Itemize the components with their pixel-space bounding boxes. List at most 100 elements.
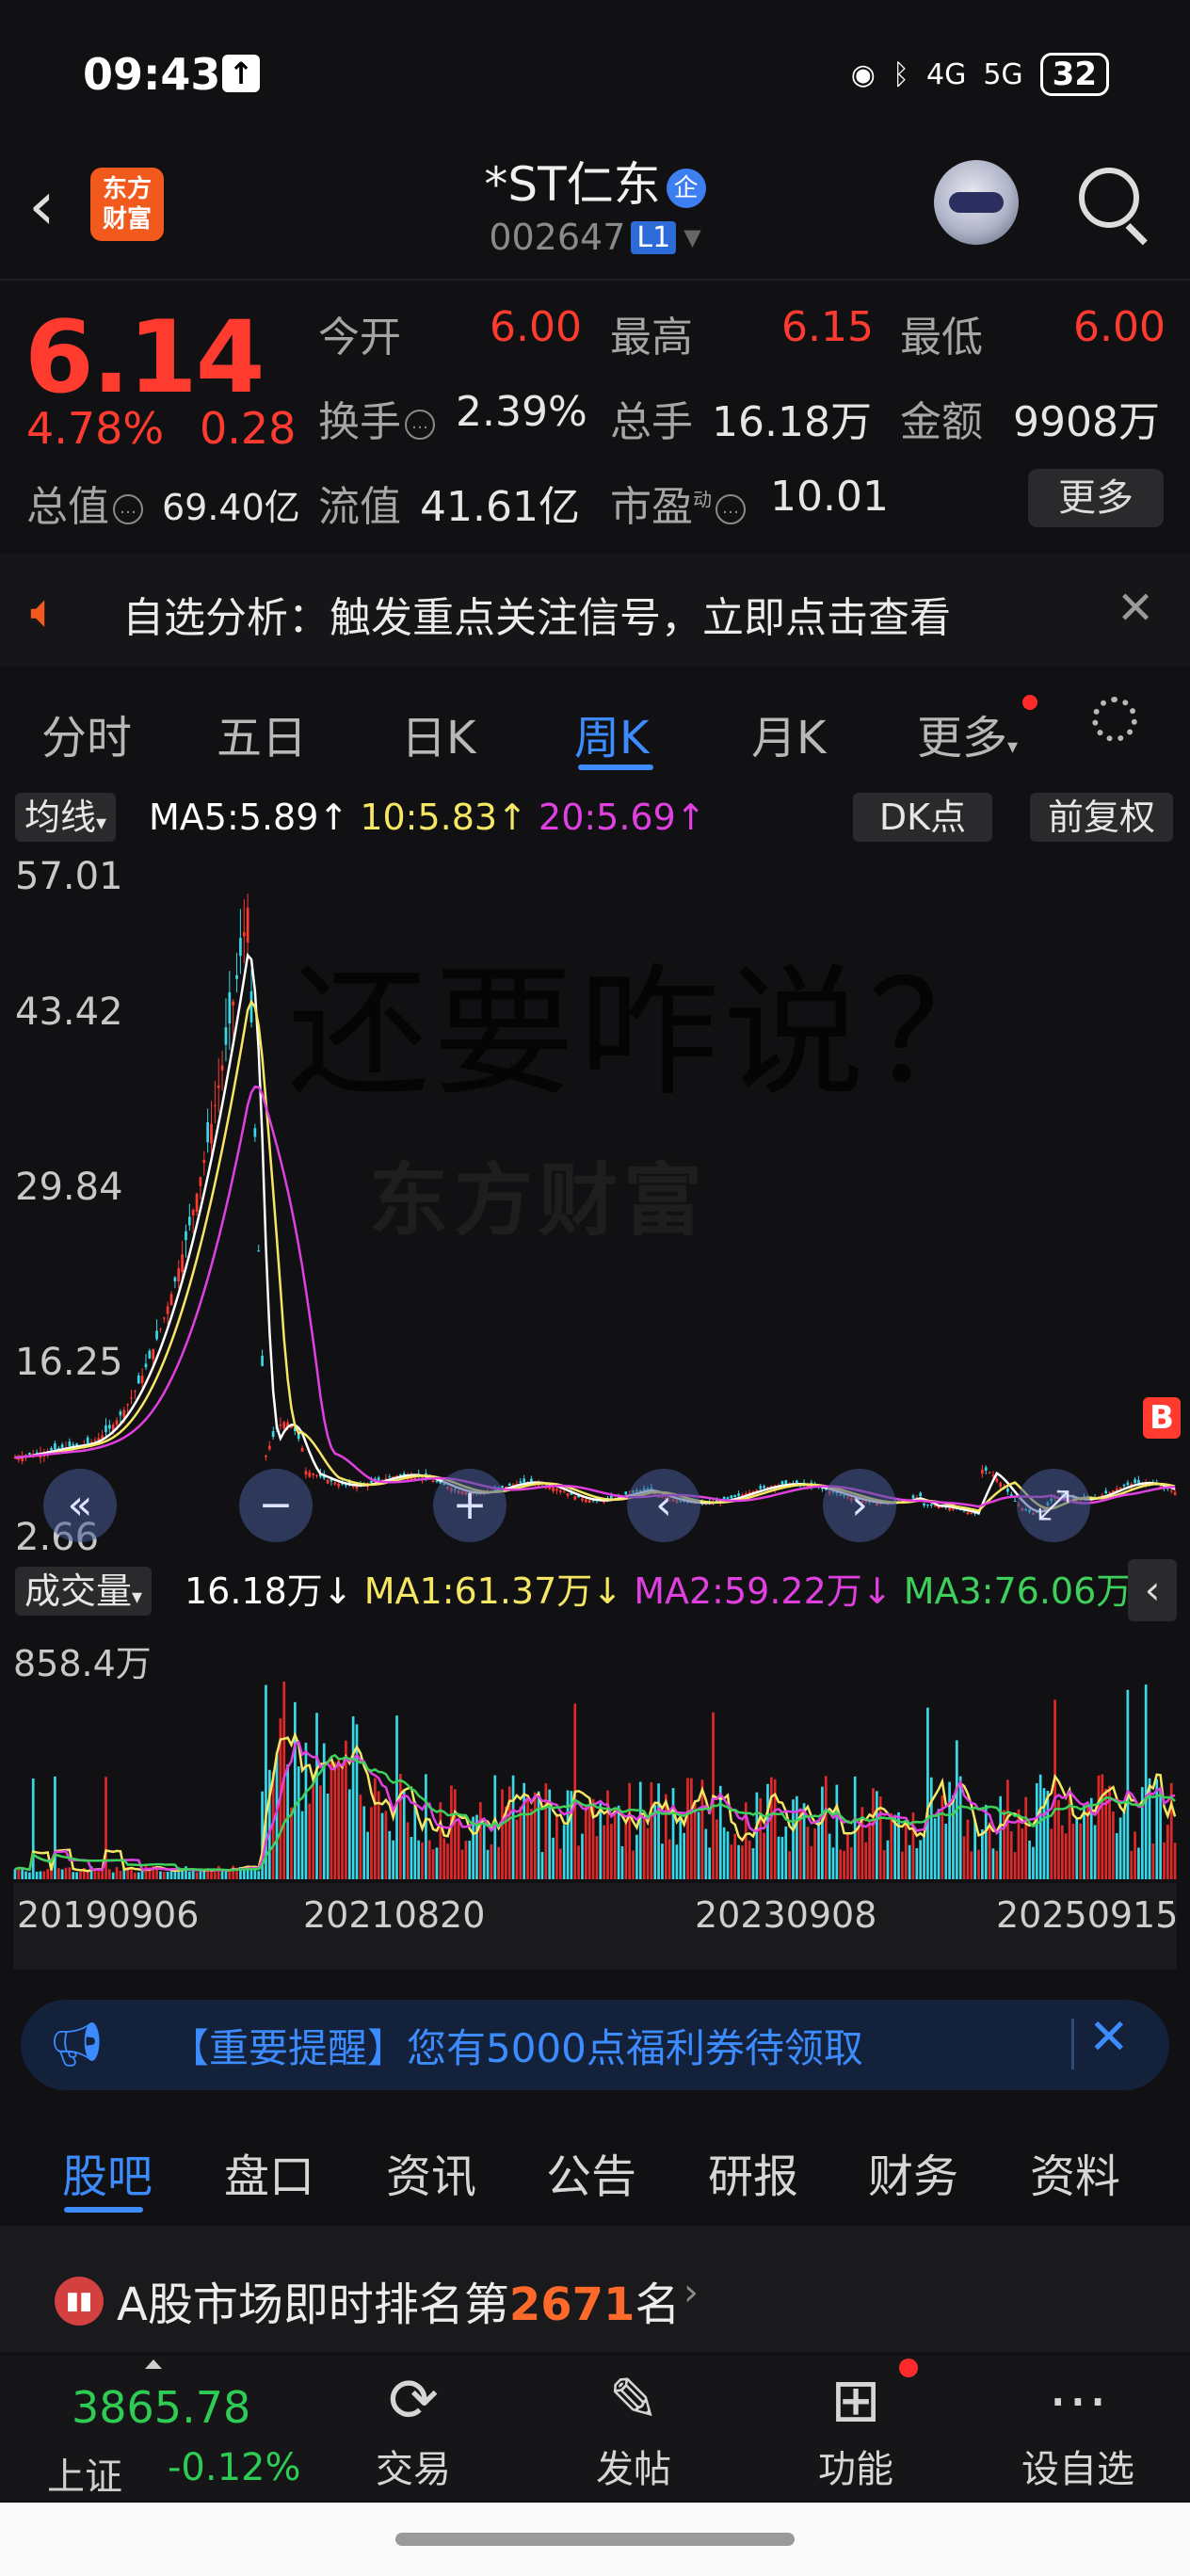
volume-bar xyxy=(948,1781,951,1879)
tab-daily-k[interactable]: 日K xyxy=(401,700,475,766)
gear-icon[interactable] xyxy=(1092,697,1137,742)
chart-watermark: 东方财富 xyxy=(369,1154,709,1247)
nav-add-watchlist[interactable]: ⋯ 设自选 xyxy=(1007,2363,1149,2493)
volume-bar xyxy=(351,1715,355,1879)
scroll-left-icon[interactable]: ‹ xyxy=(627,1469,700,1542)
volume-bar xyxy=(490,1843,493,1879)
volume-bar xyxy=(755,1792,759,1879)
chevron-down-icon: ▾ xyxy=(132,1586,143,1609)
forward-adjust-button[interactable]: 前复权 xyxy=(1030,793,1173,842)
candle-body xyxy=(144,1363,148,1368)
nav-post[interactable]: ✎ 发帖 xyxy=(563,2363,704,2493)
market-cap-label[interactable]: 总值… xyxy=(26,473,147,533)
date-axis-label: 20190906 xyxy=(17,1894,200,1936)
volume-bar xyxy=(828,1833,831,1879)
volume-bar xyxy=(35,1872,39,1879)
candle-body xyxy=(140,1376,144,1383)
volume-bar xyxy=(958,1776,962,1879)
fullscreen-icon[interactable]: ⤢ xyxy=(1017,1469,1090,1542)
candle-body xyxy=(402,1473,406,1475)
volume-chart[interactable] xyxy=(13,1625,1177,1879)
volume-bar xyxy=(501,1789,504,1879)
candle-body xyxy=(232,1001,235,1006)
candle-body xyxy=(326,1479,330,1484)
volume-bar xyxy=(635,1834,638,1879)
turnover-label[interactable]: 换手… xyxy=(318,388,439,448)
volume-bar xyxy=(330,1757,333,1879)
more-quote-button[interactable]: 更多 xyxy=(1028,469,1164,527)
index-name[interactable]: 上证 xyxy=(47,2446,122,2501)
tab-announcements[interactable]: 公告 xyxy=(546,2139,636,2205)
tab-weekly-k[interactable]: 周K xyxy=(574,700,649,766)
tab-research[interactable]: 研报 xyxy=(708,2139,798,2205)
rank-text[interactable]: A股市场即时排名第2671名 xyxy=(117,2267,680,2333)
volume-bar xyxy=(1126,1689,1130,1879)
index-change[interactable]: -0.12% xyxy=(168,2446,301,2489)
volume-bar xyxy=(1166,1825,1169,1879)
volume-bar xyxy=(788,1851,791,1879)
volume-bar xyxy=(733,1833,737,1879)
volume-bar xyxy=(944,1823,948,1879)
home-indicator[interactable] xyxy=(395,2533,795,2546)
volume-bar xyxy=(395,1715,398,1879)
nav-trade[interactable]: ⟳ 交易 xyxy=(343,2363,484,2493)
tab-financials[interactable]: 财务 xyxy=(868,2139,958,2205)
tab-intraday[interactable]: 分时 xyxy=(41,700,132,766)
reminder-text[interactable]: 【重要提醒】您有5000点福利券待领取 xyxy=(169,2017,863,2074)
tab-profile[interactable]: 资料 xyxy=(1030,2139,1120,2205)
volume-bar xyxy=(97,1871,101,1879)
volume-bar xyxy=(671,1788,675,1879)
scroll-right-icon[interactable]: › xyxy=(823,1469,896,1542)
candle-body xyxy=(981,1469,984,1474)
candle-body xyxy=(239,938,242,957)
nav-functions[interactable]: ⊞ 功能 xyxy=(785,2363,926,2493)
volume-bar xyxy=(359,1795,362,1879)
vol-ma2-value: MA2:59.22万↓ xyxy=(634,1570,892,1612)
tab-order-book[interactable]: 盘口 xyxy=(224,2139,314,2205)
zoom-out-icon[interactable]: − xyxy=(239,1469,313,1542)
volume-bar xyxy=(632,1850,635,1879)
volume-selector[interactable]: 成交量▾ xyxy=(15,1567,153,1616)
close-icon[interactable]: ✕ xyxy=(1117,582,1154,635)
stock-name: *ST仁东 xyxy=(484,157,661,212)
price-axis-label: 16.25 xyxy=(15,1341,123,1384)
volume-bar xyxy=(835,1784,839,1879)
volume-bar xyxy=(319,1785,322,1879)
search-icon[interactable] xyxy=(1079,168,1139,228)
buy-signal-marker[interactable]: B xyxy=(1143,1397,1181,1439)
candle-body xyxy=(199,1177,202,1186)
index-value[interactable]: 3865.78 xyxy=(72,2382,250,2433)
volume-bar xyxy=(1071,1823,1075,1879)
close-icon[interactable]: ✕ xyxy=(1088,2009,1130,2066)
status-time: 09:43 xyxy=(83,49,221,100)
candle-body xyxy=(763,1486,765,1489)
volume-bar xyxy=(1013,1852,1017,1879)
scroll-start-icon[interactable]: « xyxy=(43,1469,117,1542)
volume-bar xyxy=(1093,1825,1097,1879)
tab-guba[interactable]: 股吧 xyxy=(62,2139,153,2205)
volume-bar xyxy=(56,1868,60,1879)
candle-body xyxy=(1108,1491,1111,1493)
ma-selector[interactable]: 均线▾ xyxy=(15,793,117,842)
dk-point-button[interactable]: DK点 xyxy=(853,793,992,842)
candle-body xyxy=(970,1512,973,1515)
collapse-icon[interactable]: ‹ xyxy=(1128,1559,1177,1621)
low-value: 6.00 xyxy=(1073,303,1166,351)
zoom-in-icon[interactable]: + xyxy=(433,1469,507,1542)
tab-five-day[interactable]: 五日 xyxy=(217,700,307,766)
volume-bar xyxy=(1159,1789,1162,1879)
tab-monthly-k[interactable]: 月K xyxy=(751,700,826,766)
candle-body xyxy=(282,1422,286,1429)
pe-label[interactable]: 市盈动… xyxy=(610,473,749,533)
tab-news[interactable]: 资讯 xyxy=(386,2139,476,2205)
volume-bar xyxy=(562,1825,566,1879)
volume-bar xyxy=(478,1802,482,1879)
info-icon: … xyxy=(113,494,143,524)
tab-more[interactable]: 更多▾ xyxy=(917,700,1018,766)
volume-bar xyxy=(937,1809,941,1879)
candle-body xyxy=(257,1250,261,1252)
analysis-text[interactable]: 自选分析：触发重点关注信号，立即点击查看 xyxy=(122,584,951,644)
volume-bar xyxy=(1112,1811,1115,1879)
volume-bar xyxy=(686,1778,689,1879)
candle-body xyxy=(246,908,249,943)
